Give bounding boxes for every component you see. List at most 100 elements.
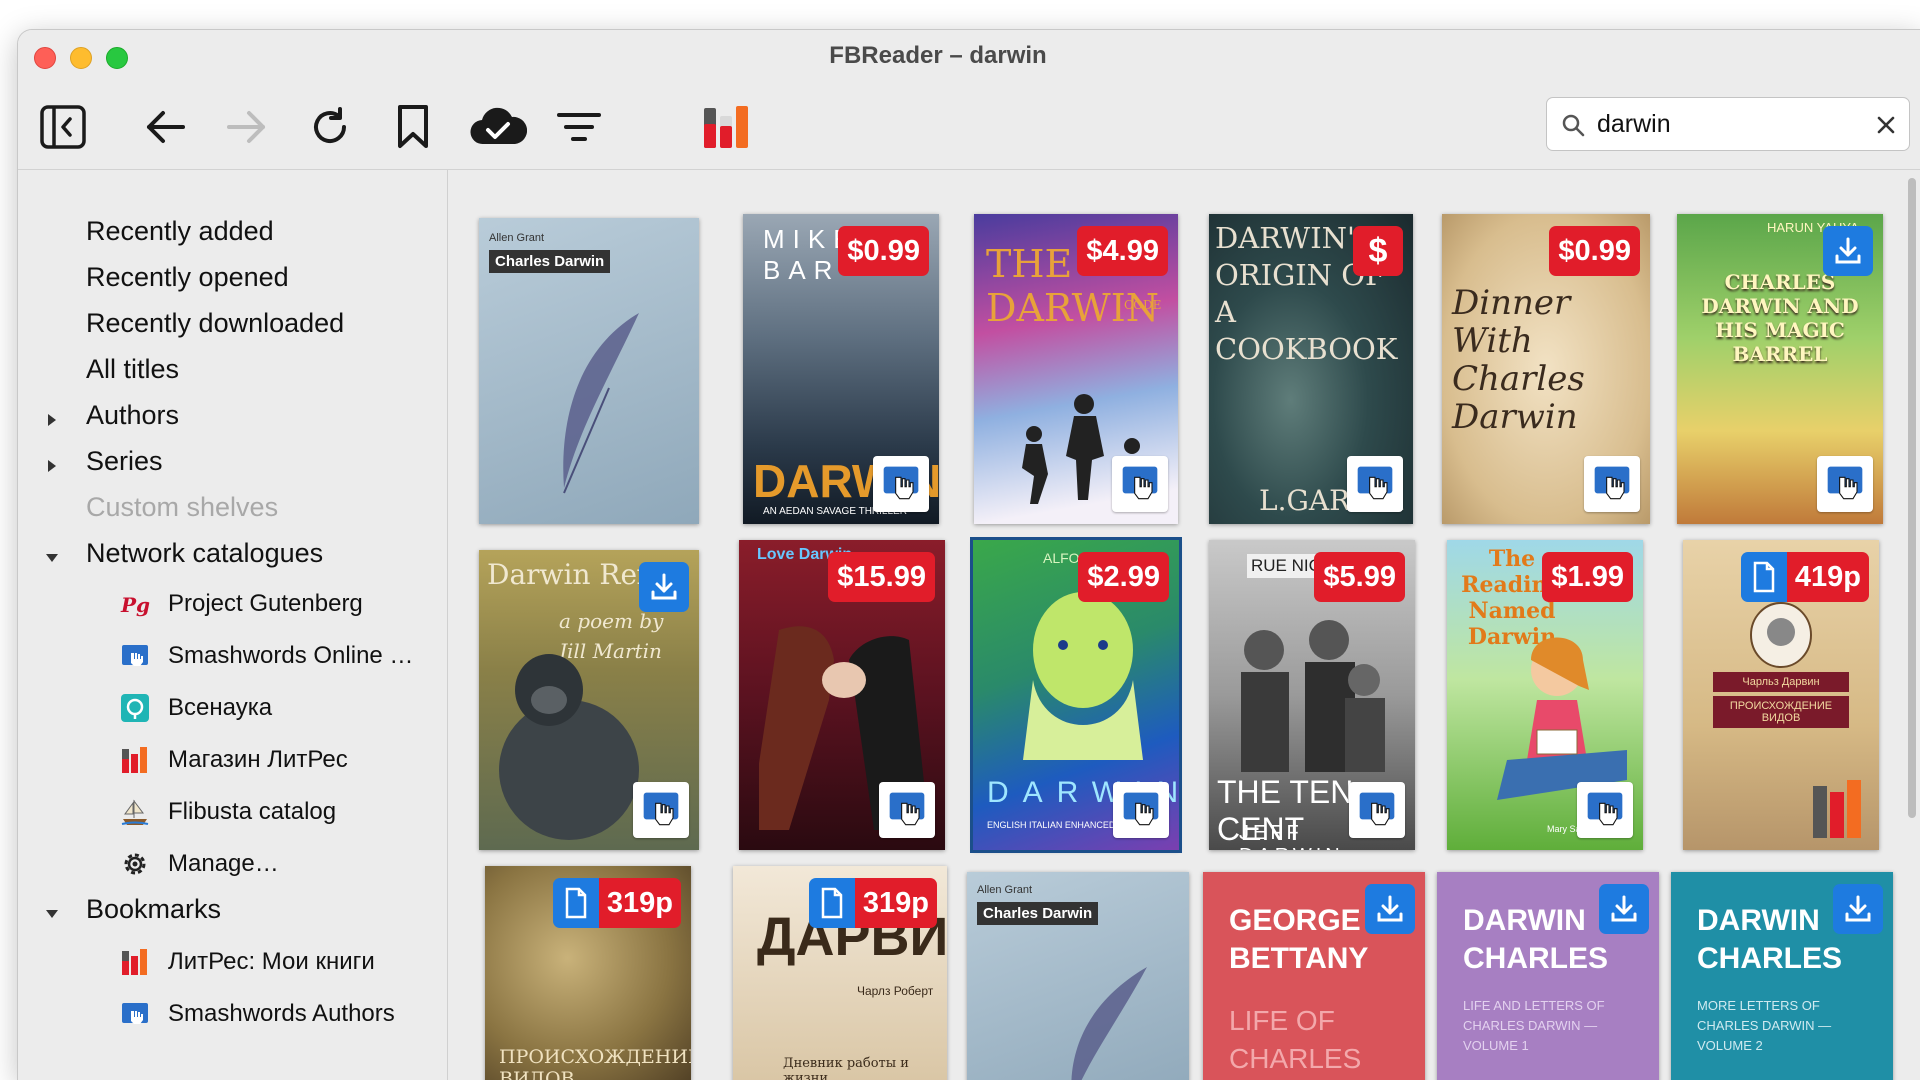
catalogue-label: Manage… bbox=[168, 850, 279, 877]
book-title: DARWIN CHARLES bbox=[1697, 904, 1843, 975]
flibusta-icon bbox=[120, 797, 150, 827]
bookmark-icon bbox=[398, 105, 428, 148]
book-author: Чарлз Роберт bbox=[857, 984, 934, 998]
filter-button[interactable] bbox=[552, 100, 606, 154]
sidebar-item-all-titles[interactable]: All titles bbox=[86, 354, 179, 385]
price-badge: $1.99 bbox=[1542, 552, 1633, 602]
book-subtitle: LIFE AND LETTERS OF CHARLES DARWIN — VOL… bbox=[1463, 998, 1605, 1053]
smashwords-badge-icon bbox=[1113, 782, 1169, 838]
collapse-network-catalogues-icon[interactable] bbox=[44, 550, 60, 566]
book-card[interactable]: DARWIN CHARLES LIFE AND LETTERS OF CHARL… bbox=[1437, 872, 1659, 1080]
book-subtitle: ENGLISH ITALIAN ENHANCED bbox=[987, 820, 1116, 830]
litres-icon bbox=[120, 947, 150, 977]
book-card[interactable]: ДАРВИН Чарлз Роберт Дневник работы и жиз… bbox=[733, 866, 947, 1080]
catalogue-vsenauka[interactable]: Всенаука bbox=[120, 690, 272, 726]
book-card[interactable]: Allen Grant Charles Darwin bbox=[479, 218, 699, 524]
cloud-check-icon bbox=[470, 107, 527, 145]
smashwords-badge-icon bbox=[879, 782, 935, 838]
download-badge bbox=[1365, 884, 1415, 934]
book-card[interactable]: Allen Grant Charles Darwin bbox=[967, 872, 1189, 1080]
cloud-sync-button[interactable] bbox=[468, 100, 528, 154]
smashwords-badge-icon bbox=[633, 782, 689, 838]
catalogue-label: Магазин ЛитРес bbox=[168, 746, 348, 773]
download-icon bbox=[651, 573, 677, 600]
catalogue-flibusta[interactable]: Flibusta catalog bbox=[120, 794, 336, 830]
book-card[interactable]: THE DARWIN CODE $4.99 bbox=[974, 214, 1178, 524]
litres-store-button[interactable] bbox=[699, 100, 753, 154]
bookmark-button[interactable] bbox=[386, 100, 440, 154]
book-subtitle: Дневник работы и жизни bbox=[783, 1056, 909, 1080]
sidebar-item-recently-downloaded[interactable]: Recently downloaded bbox=[86, 308, 344, 339]
book-title: CHARLES DARWIN AND HIS MAGIC BARREL bbox=[1701, 270, 1859, 366]
price-badge: $0.99 bbox=[1549, 226, 1640, 276]
collapse-bookmarks-icon[interactable] bbox=[44, 906, 60, 922]
reload-button[interactable] bbox=[303, 100, 357, 154]
arrow-right-icon bbox=[227, 111, 265, 143]
sidebar-item-series[interactable]: Series bbox=[86, 446, 163, 477]
book-title: DARWIN CHARLES bbox=[1463, 904, 1609, 975]
bookmark-litres-my-books[interactable]: ЛитРес: Мои книги bbox=[120, 944, 375, 980]
vsenauka-icon bbox=[120, 693, 150, 723]
smashwords-icon bbox=[120, 641, 150, 671]
litres-icon bbox=[120, 745, 150, 775]
sidebar-item-recently-opened[interactable]: Recently opened bbox=[86, 262, 289, 293]
expand-series-icon[interactable] bbox=[44, 458, 60, 474]
filter-icon bbox=[557, 113, 601, 141]
download-badge bbox=[1833, 884, 1883, 934]
expand-authors-icon[interactable] bbox=[44, 412, 60, 428]
catalogue-label: Smashwords Online … bbox=[168, 642, 414, 669]
book-card[interactable]: RUE NICHOLS THE TEN CENT JEFF DARWIN $5.… bbox=[1209, 540, 1415, 850]
sidebar-item-custom-shelves: Custom shelves bbox=[86, 492, 279, 522]
book-card[interactable]: MIKE BAR DARWIN AN AEDAN SAVAGE THRILLER… bbox=[743, 214, 939, 524]
book-card[interactable]: Love Darwin $15.99 bbox=[739, 540, 945, 850]
book-title: Darwin Rex bbox=[487, 558, 653, 591]
smashwords-badge-icon bbox=[1349, 782, 1405, 838]
vertical-scrollbar[interactable] bbox=[1908, 178, 1916, 818]
search-input[interactable] bbox=[1597, 106, 1867, 142]
book-card[interactable]: Чарльз Дарвин ПРОИСХОЖДЕНИЕ ВИДОВ 419р bbox=[1683, 540, 1879, 850]
book-title: ПРОИСХОЖДЕНИЕ ВИДОВ bbox=[1713, 696, 1849, 728]
book-title: GEORGE BETTANY bbox=[1229, 904, 1369, 975]
smashwords-badge-icon bbox=[1584, 456, 1640, 512]
book-card[interactable]: DARWIN CHARLES MORE LETTERS OF CHARLES D… bbox=[1671, 872, 1893, 1080]
feather-icon bbox=[563, 313, 639, 494]
svg-text:Pg: Pg bbox=[120, 593, 150, 617]
book-grid: Allen Grant Charles Darwin MIKE BAR DARW… bbox=[449, 170, 1920, 1080]
book-card[interactable]: DARWIN'S ORIGIN OF A COOKBOOK L.GARCIA $ bbox=[1209, 214, 1413, 524]
catalogue-manage[interactable]: Manage… bbox=[120, 846, 279, 882]
sidebar-item-network-catalogues[interactable]: Network catalogues bbox=[86, 538, 323, 569]
smashwords-badge-icon bbox=[873, 456, 929, 512]
sidebar-item-authors[interactable]: Authors bbox=[86, 400, 179, 431]
window-title: FBReader – darwin bbox=[829, 42, 1047, 69]
catalogue-smashwords[interactable]: Smashwords Online … bbox=[120, 638, 413, 674]
book-card[interactable]: ПРОИСХОЖДЕНИЕ ВИДОВ 319р bbox=[485, 866, 691, 1080]
catalogue-label: Всенаука bbox=[168, 694, 273, 721]
back-button[interactable] bbox=[138, 100, 192, 154]
book-subtitle: CODE bbox=[1124, 298, 1162, 312]
book-card[interactable]: Dinner With Charles Darwin $0.99 bbox=[1442, 214, 1650, 524]
catalogue-litres[interactable]: Магазин ЛитРес bbox=[120, 742, 348, 778]
file-price-badge: 319р bbox=[552, 878, 681, 928]
forward-button[interactable] bbox=[220, 100, 274, 154]
search-field[interactable] bbox=[1546, 97, 1910, 151]
file-icon bbox=[1740, 552, 1787, 602]
book-card[interactable]: HARUN YAHYA CHARLES DARWIN AND HIS MAGIC… bbox=[1677, 214, 1883, 524]
clear-search-icon[interactable] bbox=[1873, 112, 1899, 138]
download-icon bbox=[1845, 895, 1871, 922]
sidebar-toggle-button[interactable] bbox=[36, 100, 90, 154]
bookmark-smashwords-authors[interactable]: Smashwords Authors bbox=[120, 996, 395, 1032]
book-card[interactable]: GEORGE BETTANY LIFE OF CHARLES DARWIN bbox=[1203, 872, 1425, 1080]
download-icon bbox=[1611, 895, 1637, 922]
book-card-selected[interactable]: ALFONSO DARWIN ENGLISH ITALIAN ENHANCED … bbox=[970, 537, 1182, 853]
sidebar-item-recently-added[interactable]: Recently added bbox=[86, 216, 274, 247]
sidebar: Recently added Recently opened Recently … bbox=[18, 170, 448, 1080]
book-card[interactable]: Darwin Rex a poem by Jill Martin bbox=[479, 550, 699, 850]
catalogue-project-gutenberg[interactable]: Pg Project Gutenberg bbox=[120, 586, 363, 622]
arrow-left-icon bbox=[147, 111, 185, 143]
download-icon bbox=[1835, 237, 1861, 264]
book-subtitle: LIFE OF CHARLES DARWIN bbox=[1229, 1005, 1362, 1074]
book-card[interactable]: The Reading Named Darwin Mary Sage $1.99 bbox=[1447, 540, 1643, 850]
price-badge: $4.99 bbox=[1077, 226, 1168, 276]
file-price-badge: 319р bbox=[808, 878, 937, 928]
sidebar-item-bookmarks[interactable]: Bookmarks bbox=[86, 894, 221, 925]
